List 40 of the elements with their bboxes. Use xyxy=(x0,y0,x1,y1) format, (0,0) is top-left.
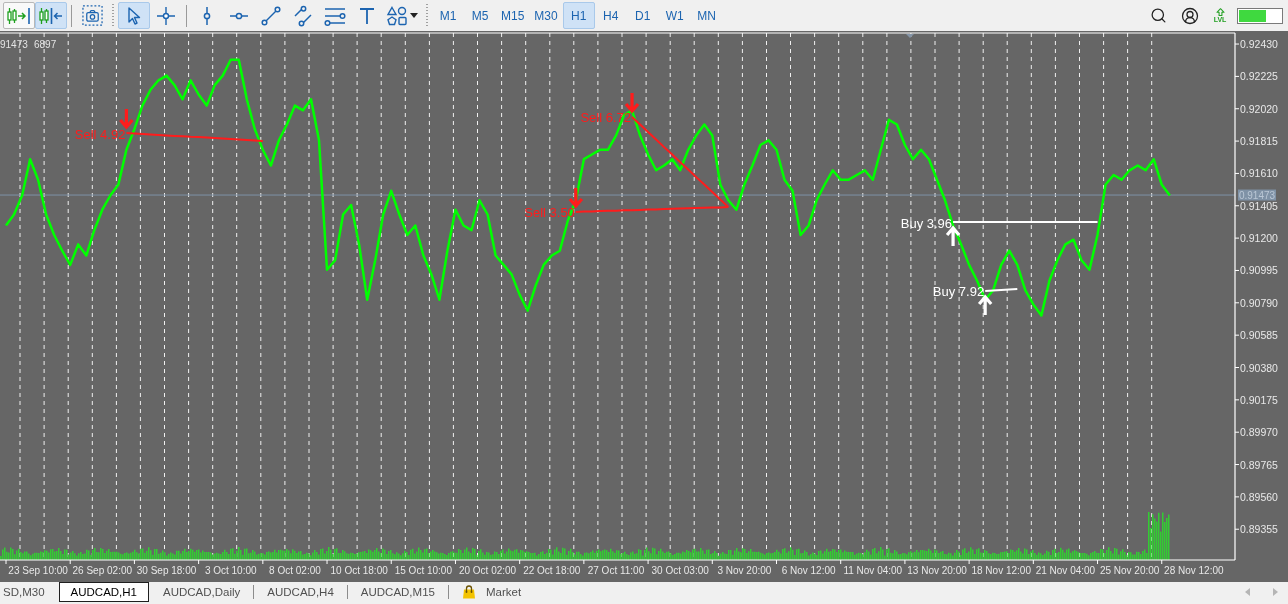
time-label: 8 Oct 02:00 xyxy=(269,564,321,576)
price-label: 0.90995 xyxy=(1240,264,1278,277)
price-label: 0.92020 xyxy=(1240,102,1278,115)
time-label: 3 Oct 10:00 xyxy=(204,564,257,576)
price-label: 0.91610 xyxy=(1240,167,1278,180)
trade-label: Buy 3.96 xyxy=(900,215,953,231)
time-label: 28 Nov 12:00 xyxy=(1164,564,1224,576)
price-label: 0.90790 xyxy=(1240,296,1278,309)
price-label: 0.92225 xyxy=(1240,70,1278,83)
time-label: 21 Nov 04:00 xyxy=(1035,564,1096,576)
trade-label: Sell 4.92 xyxy=(74,126,126,142)
time-label: 10 Oct 18:00 xyxy=(330,564,388,576)
time-label: 13 Nov 20:00 xyxy=(907,564,967,576)
price-label: 0.91405 xyxy=(1240,199,1278,212)
readout-text: 91473 xyxy=(0,38,28,50)
time-label: 3 Nov 20:00 xyxy=(717,564,772,576)
time-label: 15 Oct 10:00 xyxy=(394,564,452,576)
price-label: 0.90380 xyxy=(1240,361,1278,374)
price-label: 0.91200 xyxy=(1240,232,1278,245)
price-label: 0.92430 xyxy=(1240,38,1278,51)
time-label: 30 Oct 03:00 xyxy=(651,564,709,576)
time-label: 22 Oct 18:00 xyxy=(523,564,581,576)
price-label: 0.90175 xyxy=(1240,393,1278,406)
time-label: 18 Nov 12:00 xyxy=(971,564,1031,576)
price-label: 0.89560 xyxy=(1240,490,1278,503)
price-label: 0.89765 xyxy=(1240,458,1278,471)
time-label: 11 Nov 04:00 xyxy=(843,564,903,576)
time-label: 6 Nov 12:00 xyxy=(781,564,836,576)
current-price-tag: 0.91473 xyxy=(1238,189,1276,201)
time-label: 30 Sep 18:00 xyxy=(136,564,197,576)
price-label: 0.91815 xyxy=(1240,135,1278,148)
time-label: 25 Nov 20:00 xyxy=(1099,564,1160,576)
time-label: 27 Oct 11:00 xyxy=(587,564,645,576)
price-label: 0.89970 xyxy=(1240,426,1278,439)
time-label: 23 Sep 10:00 xyxy=(8,564,68,576)
time-label: 20 Oct 02:00 xyxy=(458,564,517,576)
price-label: 0.89355 xyxy=(1240,523,1278,536)
price-label: 0.90585 xyxy=(1240,329,1278,342)
time-label: 26 Sep 02:00 xyxy=(72,564,133,576)
readout-text: 6897 xyxy=(34,38,57,50)
